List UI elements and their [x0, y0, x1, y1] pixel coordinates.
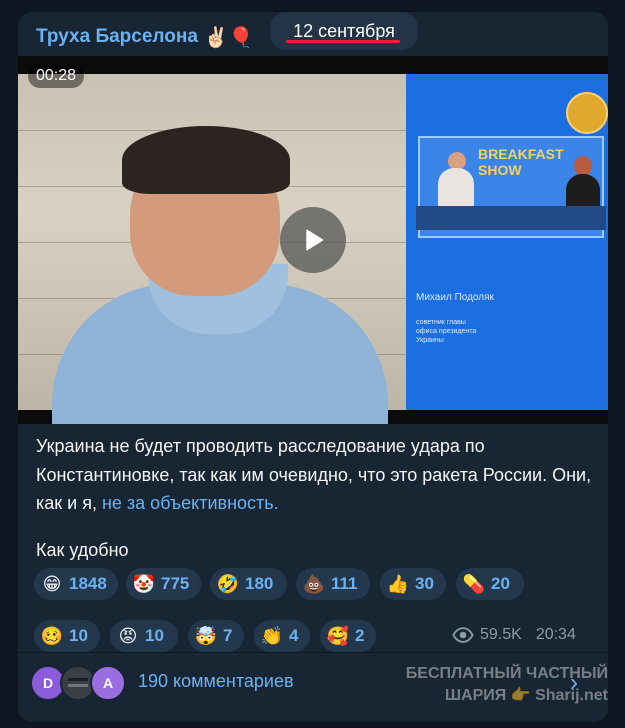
- views-count: 59.5K: [480, 626, 522, 643]
- clap-emoji-icon: 👏: [260, 625, 284, 646]
- reaction-count: 10: [69, 626, 88, 645]
- thumbs-up-emoji-icon: 👍: [386, 573, 410, 594]
- video-frame-speaker: [18, 74, 406, 424]
- date-pill: 12 сентября: [270, 12, 418, 50]
- message-time: 20:34: [535, 626, 576, 643]
- channel-emoji: ✌🏻🎈: [203, 26, 254, 49]
- reaction-clown[interactable]: 🤡 775: [126, 568, 201, 600]
- reaction-count: 20: [491, 574, 510, 593]
- pill-emoji-icon: 💊: [462, 573, 486, 594]
- woozy-emoji-icon: 🥴: [40, 625, 64, 646]
- smiling-hearts-emoji-icon: 🥰: [326, 625, 350, 646]
- video-player[interactable]: BREAKFAST SHOW Михаил Подоляк советник г…: [18, 56, 608, 424]
- reaction-count: 1848: [69, 574, 107, 593]
- comments-footer[interactable]: D A 190 комментариев БЕСПЛАТНЫЙ ЧАСТНЫЙ …: [18, 653, 608, 722]
- reaction-thumbs-up[interactable]: 👍 30: [380, 568, 446, 600]
- date-label: 12 сентября: [293, 20, 395, 41]
- reaction-grin[interactable]: 😁 1848: [34, 568, 118, 600]
- reaction-woozy[interactable]: 🥴 10: [34, 620, 100, 652]
- reaction-clap[interactable]: 👏 4: [254, 620, 310, 652]
- reaction-count: 10: [145, 626, 164, 645]
- message-card: Труха Барселона ✌🏻🎈 12 сентября BREAKFAS…: [18, 12, 608, 722]
- play-button[interactable]: [280, 207, 346, 273]
- red-underline-mark: [286, 40, 400, 43]
- video-caption-name: Михаил Подоляк: [416, 292, 494, 303]
- message-header: Труха Барселона ✌🏻🎈: [36, 22, 254, 52]
- chevron-right-icon[interactable]: ›: [570, 669, 578, 697]
- eye-icon: [452, 627, 474, 643]
- reaction-count: 7: [223, 626, 233, 645]
- poo-emoji-icon: 💩: [302, 573, 326, 594]
- reaction-count: 111: [331, 574, 358, 593]
- broadcaster-badge-icon: [566, 92, 608, 134]
- avatar: A: [90, 665, 126, 701]
- channel-name[interactable]: Труха Барселона: [36, 26, 198, 48]
- rofl-emoji-icon: 🤣: [216, 573, 240, 594]
- reaction-angry[interactable]: 😡 10: [110, 620, 178, 652]
- play-icon: [306, 229, 324, 251]
- reaction-rofl[interactable]: 🤣 180: [210, 568, 287, 600]
- reaction-poo[interactable]: 💩 111: [296, 568, 370, 600]
- video-duration: 00:28: [28, 64, 85, 88]
- reaction-exploding-head[interactable]: 🤯 7: [188, 620, 244, 652]
- reaction-pill[interactable]: 💊 20: [456, 568, 524, 600]
- angry-emoji-icon: 😡: [118, 625, 138, 646]
- message-link[interactable]: не за объективность.: [102, 493, 279, 513]
- reaction-smiling-hearts[interactable]: 🥰 2: [320, 620, 376, 652]
- reaction-count: 775: [161, 574, 190, 593]
- exploding-head-emoji-icon: 🤯: [194, 625, 218, 646]
- reaction-count: 180: [245, 574, 274, 593]
- message-text: Украина не будет проводить расследование…: [36, 432, 596, 518]
- reaction-count: 4: [289, 626, 299, 645]
- comments-link[interactable]: 190 комментариев: [138, 671, 294, 692]
- avatar-picture-icon: [68, 678, 88, 687]
- reaction-count: 30: [415, 574, 434, 593]
- clown-emoji-icon: 🤡: [132, 573, 156, 594]
- video-caption-role: советник главы офиса президента Украины: [416, 319, 477, 344]
- message-meta: 59.5K 20:34: [452, 624, 576, 646]
- grin-emoji-icon: 😁: [42, 573, 62, 594]
- reaction-count: 2: [355, 626, 365, 645]
- message-second-line: Как удобно: [36, 540, 129, 560]
